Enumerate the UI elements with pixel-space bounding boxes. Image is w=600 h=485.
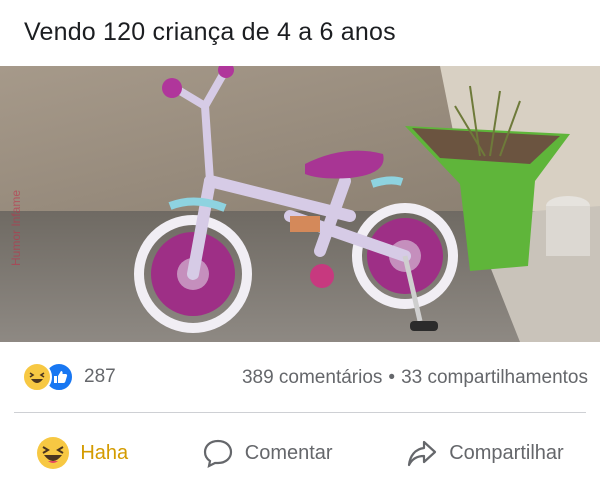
comment-icon — [201, 436, 235, 470]
divider — [14, 412, 586, 413]
share-button[interactable]: Compartilhar — [405, 436, 564, 470]
haha-button[interactable]: Haha — [36, 436, 128, 470]
post-text: Vendo 120 criança de 4 a 6 anos — [24, 18, 396, 46]
comment-label: Comentar — [244, 441, 333, 464]
reaction-count: 287 — [84, 366, 116, 387]
haha-label: Haha — [80, 441, 129, 464]
haha-emoji-icon — [36, 436, 70, 470]
comments-count[interactable]: 389 comentários — [242, 367, 382, 389]
shares-count[interactable]: 33 compartilhamentos — [401, 367, 588, 389]
reactions-summary[interactable]: 287 — [22, 362, 116, 392]
bicycle-photo: Humor Infame — [0, 66, 600, 342]
post-stats: 389 comentários • 33 compartilhamentos — [242, 367, 588, 389]
share-icon — [405, 436, 439, 470]
share-label: Compartilhar — [449, 441, 564, 464]
haha-icon — [22, 362, 52, 392]
stats-separator: • — [388, 367, 396, 388]
action-bar: Haha Comentar Compartilhar — [0, 428, 600, 478]
post-photo[interactable]: Humor Infame — [0, 66, 600, 342]
watermark-text: Humor Infame — [9, 190, 23, 266]
comment-button[interactable]: Comentar — [201, 436, 333, 470]
